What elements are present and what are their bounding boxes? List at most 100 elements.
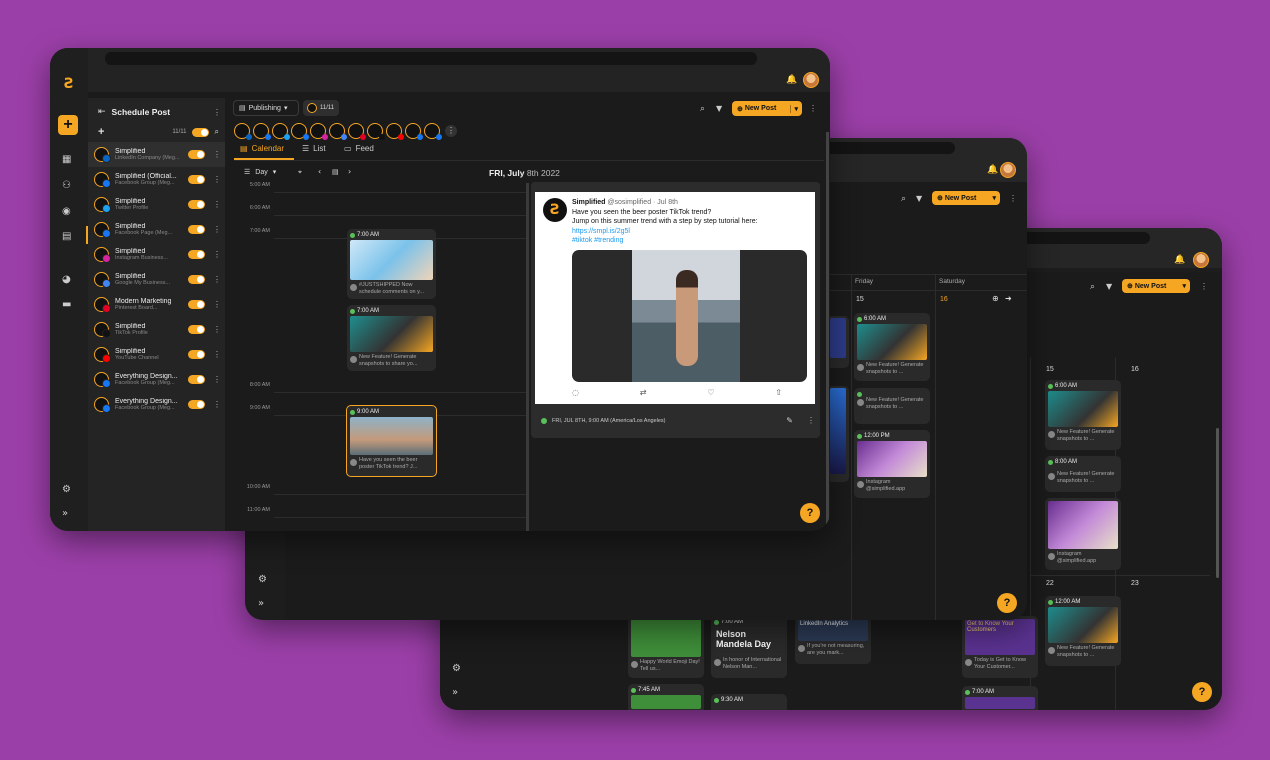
account-chip[interactable] (291, 123, 309, 140)
account-chip[interactable] (405, 123, 423, 140)
more-icon[interactable]: ⋮ (213, 400, 221, 409)
more-icon[interactable]: ⋮ (213, 108, 221, 117)
filter-icon[interactable]: ▼ (1106, 282, 1112, 291)
post-card[interactable]: 7:45 AM (628, 684, 704, 710)
post-card[interactable]: Instagram @simplified.app Pinterest... (1045, 498, 1121, 570)
account-toggle[interactable] (188, 200, 205, 209)
bell-icon[interactable]: 🔔 (987, 165, 998, 175)
bot-icon[interactable]: ◉ (62, 206, 71, 217)
today-icon[interactable]: ⌖ (298, 168, 302, 177)
account-toggle[interactable] (188, 250, 205, 259)
account-row[interactable]: Modern Marketing Pinterest Board... ⋮ (88, 292, 225, 317)
settings-icon[interactable]: ⚙ (452, 663, 461, 674)
social-icon[interactable]: ⚇ (62, 180, 71, 191)
calendar-icon[interactable]: ▤ (62, 231, 71, 242)
new-post-button[interactable]: ⊕ New Post ▾ (932, 191, 1000, 205)
edit-icon[interactable]: ✎ (786, 416, 793, 425)
more-icon[interactable]: ⋮ (213, 200, 221, 209)
tweet-card[interactable]: Ƨ Simplified @sosimplified · Jul 8th Hav… (535, 192, 815, 404)
post-card[interactable]: Happy World Emoji Day! Tell us... (628, 616, 704, 678)
post-card[interactable]: 7:00 AM Nelson Mandela Day In honor of I… (711, 616, 787, 678)
help-button[interactable]: ? (1192, 682, 1212, 702)
prev-icon[interactable]: ‹ (318, 167, 321, 176)
more-icon[interactable]: ⋮ (445, 125, 457, 137)
more-icon[interactable]: ⋮ (213, 375, 221, 384)
more-icon[interactable]: ⋮ (213, 300, 221, 309)
collapse-icon[interactable]: ⇤ (98, 107, 106, 117)
expand-icon[interactable]: » (62, 508, 68, 519)
account-row[interactable]: Simplified Instagram Business... ⋮ (88, 242, 225, 267)
avatar[interactable] (1000, 162, 1016, 178)
tab-list[interactable]: ☰ List (302, 144, 326, 153)
help-button[interactable]: ? (800, 503, 820, 523)
calendar-picker-icon[interactable]: ▤ (332, 168, 339, 176)
all-toggle[interactable] (191, 127, 209, 137)
view-mode-dropdown[interactable]: ☰ Day ▾ (244, 168, 276, 177)
post-card[interactable]: 7:00 AM #JUSTSHIPPED Now schedule commen… (347, 229, 436, 299)
post-card[interactable]: 6:00 AM New Feature! Generate snapshots … (1045, 380, 1121, 450)
new-post-button[interactable]: ⊕ New Post ▾ (1122, 279, 1190, 293)
next-icon[interactable]: ➜ (1005, 294, 1012, 303)
account-toggle[interactable] (188, 175, 205, 184)
post-card[interactable]: 7:00 AM (962, 686, 1038, 710)
account-chip[interactable] (310, 123, 328, 140)
post-card[interactable]: 9:00 AM Have you seen the beer poster Ti… (346, 405, 437, 477)
tab-feed[interactable]: ▭ Feed (344, 144, 374, 153)
account-chip[interactable] (348, 123, 366, 140)
more-icon[interactable]: ⋮ (809, 104, 817, 113)
account-row[interactable]: Simplified Google My Business... ⋮ (88, 267, 225, 292)
filter-icon[interactable]: ▼ (716, 104, 722, 113)
more-icon[interactable]: ⋮ (213, 350, 221, 359)
account-row[interactable]: Simplified TikTok Profile ⋮ (88, 317, 225, 342)
account-row[interactable]: Simplified Twitter Profile ⋮ (88, 192, 225, 217)
account-chip[interactable] (253, 123, 271, 140)
account-chip[interactable] (329, 123, 347, 140)
account-row[interactable]: Simplified YouTube Channel ⋮ (88, 342, 225, 367)
avatar[interactable] (1193, 252, 1209, 268)
expand-icon[interactable]: » (452, 687, 458, 698)
more-icon[interactable]: ⋮ (807, 416, 815, 425)
folder-icon[interactable]: ▬ (62, 299, 71, 310)
account-toggle[interactable] (188, 400, 205, 409)
add-account-button[interactable]: + (98, 126, 104, 138)
account-toggle[interactable] (188, 375, 205, 384)
post-card[interactable]: Get to Know Your Customers Today is Get … (962, 616, 1038, 678)
palette-icon[interactable]: ◕ (62, 274, 71, 285)
settings-icon[interactable]: ⚙ (258, 574, 267, 585)
dashboard-icon[interactable]: ▦ (62, 154, 71, 165)
more-icon[interactable]: ⋮ (213, 150, 221, 159)
bell-icon[interactable]: 🔔 (1174, 255, 1185, 265)
search-icon[interactable]: ⌕ (700, 104, 705, 114)
more-icon[interactable]: ⋮ (1200, 282, 1208, 291)
account-chip[interactable] (367, 123, 385, 140)
post-card[interactable]: New Feature! Generate snapshots to ... (854, 388, 930, 424)
search-icon[interactable]: ⌕ (215, 127, 219, 137)
add-icon[interactable]: ⊕ (992, 294, 999, 303)
account-toggle[interactable] (188, 225, 205, 234)
post-card[interactable]: 7:00 AM New Feature! Generate snapshots … (347, 305, 436, 371)
account-row[interactable]: Simplified LinkedIn Company (Meg... ⋮ (88, 142, 225, 167)
account-chip[interactable] (424, 123, 442, 140)
account-toggle[interactable] (188, 150, 205, 159)
account-toggle[interactable] (188, 275, 205, 284)
more-icon[interactable]: ⋮ (213, 175, 221, 184)
tab-calendar[interactable]: ▤ Calendar (240, 144, 284, 153)
more-icon[interactable]: ⋮ (213, 250, 221, 259)
account-row[interactable]: Simplified Facebook Page (Meg... ⋮ (88, 217, 225, 242)
new-post-button[interactable]: ⊕ New Post ▾ (732, 101, 802, 116)
help-button[interactable]: ? (997, 593, 1017, 613)
post-card[interactable]: 8:00 AM New Feature! Generate snapshots … (1045, 456, 1121, 492)
more-icon[interactable]: ⋮ (1009, 194, 1017, 203)
account-row[interactable]: Everything Design... Facebook Group (Meg.… (88, 392, 225, 417)
post-card[interactable] (827, 316, 849, 368)
post-card[interactable]: 12:00 PM Instagram @simplified.app Pinte… (854, 430, 930, 498)
account-select-chip[interactable]: 11/11 (303, 100, 339, 116)
bell-icon[interactable]: 🔔 (786, 75, 797, 85)
account-toggle[interactable] (188, 325, 205, 334)
share-icon[interactable]: ⇧ (775, 388, 782, 397)
settings-icon[interactable]: ⚙ (62, 484, 71, 495)
post-card[interactable]: LinkedIn Analytics If you're not measuri… (795, 616, 871, 664)
post-card[interactable]: 6:00 AM New Feature! Generate snapshots … (854, 313, 930, 381)
more-icon[interactable]: ⋮ (213, 325, 221, 334)
post-card[interactable] (827, 386, 849, 482)
